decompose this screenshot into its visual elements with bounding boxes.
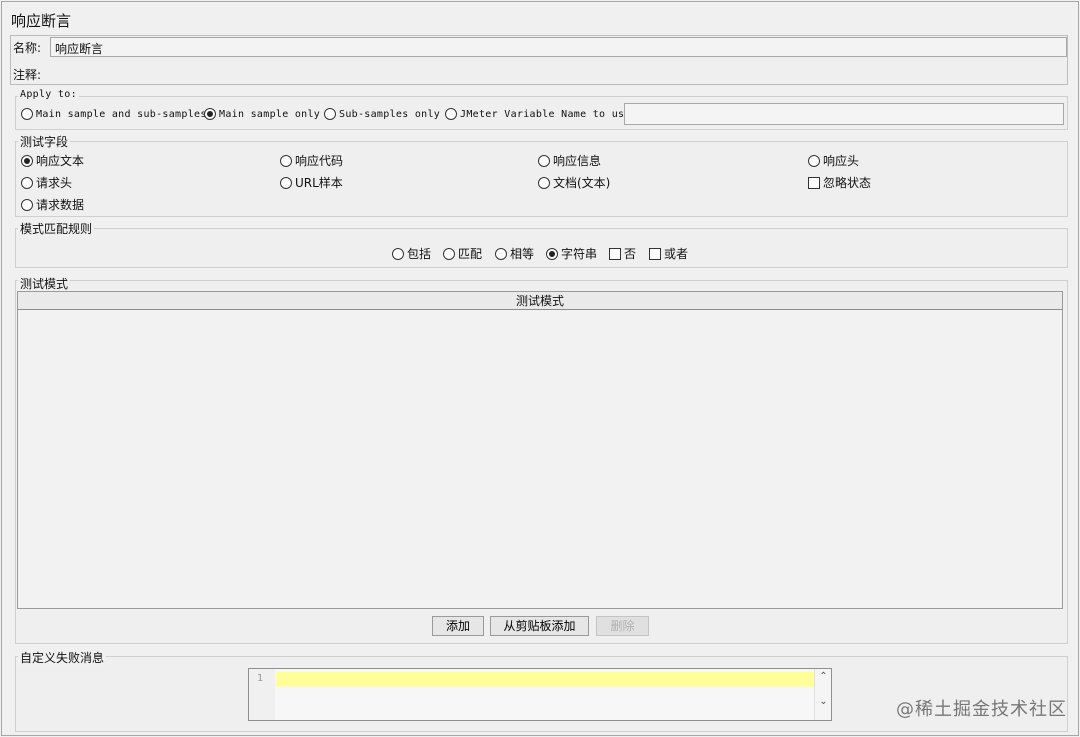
radio-icon[interactable] — [808, 154, 820, 167]
radio-selected-icon[interactable] — [21, 154, 33, 167]
option-label: 字符串 — [561, 247, 598, 261]
name-input[interactable]: 响应断言 — [50, 37, 1067, 57]
field-document-text-option[interactable]: 文档(文本) — [538, 174, 610, 191]
patterns-column-header[interactable]: 测试模式 — [18, 292, 1062, 310]
radio-icon[interactable] — [443, 247, 455, 260]
field-response-message-option[interactable]: 响应信息 — [538, 152, 601, 169]
rule-substring-option[interactable]: 字符串 — [546, 245, 597, 262]
radio-icon[interactable] — [280, 154, 292, 167]
radio-icon[interactable] — [280, 176, 292, 189]
ignore-status-checkbox[interactable]: 忽略状态 — [808, 174, 871, 191]
radio-icon[interactable] — [324, 108, 336, 120]
rule-not-checkbox[interactable]: 否 — [609, 245, 636, 262]
radio-selected-icon[interactable] — [546, 247, 558, 260]
add-button[interactable]: 添加 — [432, 616, 484, 636]
name-label: 名称: — [13, 41, 42, 55]
checkbox-icon[interactable] — [808, 176, 820, 189]
option-label: 文档(文本) — [553, 176, 611, 190]
rule-or-checkbox[interactable]: 或者 — [649, 245, 688, 262]
pattern-rules-title: 模式匹配规则 — [18, 220, 95, 237]
checkbox-icon[interactable] — [609, 247, 621, 260]
field-url-sample-option[interactable]: URL样本 — [280, 174, 343, 191]
option-label: 响应代码 — [295, 154, 344, 168]
option-label: 请求数据 — [36, 198, 85, 212]
field-request-headers-option[interactable]: 请求头 — [21, 174, 72, 191]
rule-equals-option[interactable]: 相等 — [495, 245, 534, 262]
option-label: Sub-samples only — [339, 108, 441, 120]
radio-icon[interactable] — [495, 247, 507, 260]
apply-sub-only-option[interactable]: Sub-samples only — [324, 108, 440, 120]
scroll-down-icon[interactable]: ⌄ — [815, 696, 832, 707]
field-request-data-option[interactable]: 请求数据 — [21, 196, 84, 213]
apply-main-only-option[interactable]: Main sample only — [204, 108, 320, 120]
apply-variable-option[interactable]: JMeter Variable Name to use — [445, 108, 631, 120]
field-response-code-option[interactable]: 响应代码 — [280, 152, 343, 169]
option-label: 响应文本 — [36, 154, 85, 168]
scroll-up-icon[interactable]: ⌃ — [815, 671, 832, 682]
option-label: 包括 — [407, 247, 432, 261]
apply-main-and-sub-option[interactable]: Main sample and sub-samples — [21, 108, 207, 120]
option-label: 请求头 — [36, 176, 73, 190]
field-response-text-option[interactable]: 响应文本 — [21, 152, 84, 169]
watermark: @稀土掘金技术社区 — [896, 699, 1067, 720]
option-label: URL样本 — [295, 176, 343, 190]
test-field-title: 测试字段 — [18, 133, 71, 150]
option-label: 忽略状态 — [823, 176, 872, 190]
option-label: 或者 — [664, 247, 689, 261]
page-title: 响应断言 — [11, 12, 72, 30]
delete-button: 删除 — [596, 616, 649, 636]
option-label: JMeter Variable Name to use — [460, 108, 631, 120]
option-label: 匹配 — [458, 247, 483, 261]
option-label: Main sample only — [219, 108, 321, 120]
option-label: 响应信息 — [553, 154, 602, 168]
pattern-rules-group — [15, 228, 1068, 268]
option-label: Main sample and sub-samples — [36, 108, 207, 120]
failure-message-title: 自定义失败消息 — [18, 649, 107, 666]
option-label: 相等 — [510, 247, 535, 261]
radio-icon[interactable] — [21, 198, 33, 211]
current-line-highlight[interactable] — [276, 672, 814, 687]
patterns-table[interactable] — [17, 291, 1063, 609]
radio-icon[interactable] — [445, 108, 457, 120]
rule-contains-option[interactable]: 包括 — [392, 245, 431, 262]
line-number-gutter: 1 — [249, 669, 275, 720]
radio-icon[interactable] — [538, 176, 550, 189]
variable-name-input[interactable] — [624, 103, 1064, 125]
editor-scrollbar[interactable]: ⌃ ⌄ — [814, 669, 831, 720]
option-label: 响应头 — [823, 154, 860, 168]
radio-selected-icon[interactable] — [204, 108, 216, 120]
radio-icon[interactable] — [392, 247, 404, 260]
comment-label: 注释: — [13, 68, 42, 82]
test-patterns-title: 测试模式 — [18, 275, 71, 292]
apply-to-title: Apply to: — [18, 89, 79, 100]
checkbox-icon[interactable] — [649, 247, 661, 260]
radio-icon[interactable] — [538, 154, 550, 167]
add-from-clipboard-button[interactable]: 从剪贴板添加 — [490, 616, 589, 636]
radio-icon[interactable] — [21, 176, 33, 189]
field-response-headers-option[interactable]: 响应头 — [808, 152, 859, 169]
rule-matches-option[interactable]: 匹配 — [443, 245, 482, 262]
radio-icon[interactable] — [21, 108, 33, 120]
option-label: 否 — [624, 247, 637, 261]
